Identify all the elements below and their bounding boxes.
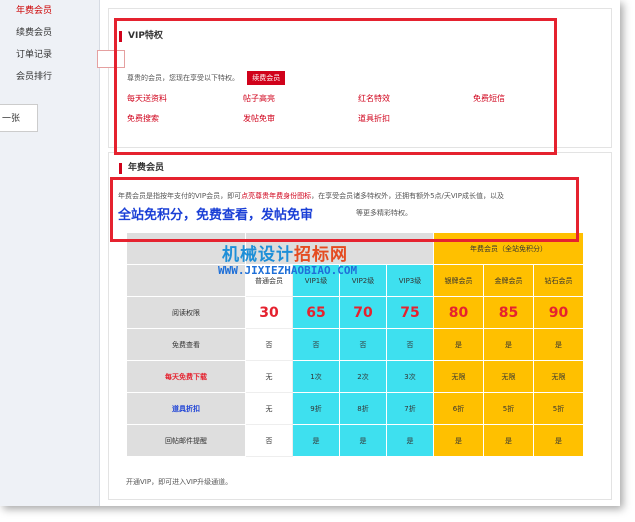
table-row: 每天免费下载 无 1次 2次 3次 无限 无限 无限 <box>126 360 584 393</box>
table-cell: 否 <box>245 424 293 457</box>
table-cell: 无限 <box>433 360 484 393</box>
col-header-diamond: 钻石会员 <box>533 264 584 297</box>
table-cell: 30 <box>245 296 293 329</box>
annotation-box-slogan <box>110 177 579 242</box>
table-cell: 无 <box>245 360 293 393</box>
table-cell: 无限 <box>533 360 584 393</box>
table-cell: 是 <box>433 328 484 361</box>
col-header-vip3: VIP3级 <box>386 264 434 297</box>
row-label-reply-email: 回帖邮件提醒 <box>126 424 246 457</box>
watermark-cn-a: 机械设计 <box>222 245 294 265</box>
table-cell: 是 <box>433 424 484 457</box>
table-cell: 是 <box>292 424 340 457</box>
table-cell: 85 <box>483 296 534 329</box>
col-header-silver: 银牌会员 <box>433 264 484 297</box>
watermark-logo: 机械设计招标网 <box>222 240 348 265</box>
sidebar-item-annual-member[interactable]: 年费会员 <box>0 0 99 22</box>
table-cell: 是 <box>533 424 584 457</box>
table-cell: 3次 <box>386 360 434 393</box>
sidebar-item-renew-member[interactable]: 续费会员 <box>0 22 99 44</box>
sidebar: 年费会员 续费会员 订单记录 会员排行 <box>0 0 100 506</box>
table-cell: 75 <box>386 296 434 329</box>
table-cell: 是 <box>483 328 534 361</box>
col-header-gold: 金牌会员 <box>483 264 534 297</box>
overlay-stub-label: 一张 <box>0 104 38 132</box>
table-row: 免费查看 否 否 否 否 是 是 是 <box>126 328 584 361</box>
table-row: 阅读权限 30 65 70 75 80 85 90 <box>126 296 584 329</box>
table-cell: 80 <box>433 296 484 329</box>
table-cell: 5折 <box>533 392 584 425</box>
table-cell: 是 <box>339 424 387 457</box>
table-cell: 70 <box>339 296 387 329</box>
watermark-cn-b: 招标网 <box>294 245 348 265</box>
table-cell: 6折 <box>433 392 484 425</box>
table-cell: 9折 <box>292 392 340 425</box>
table-cell: 7折 <box>386 392 434 425</box>
footer-note: 开通VIP，即可进入VIP升级通道。 <box>126 478 233 486</box>
table-cell: 1次 <box>292 360 340 393</box>
table-cell: 5折 <box>483 392 534 425</box>
row-label-read-permission: 阅读权限 <box>126 296 246 329</box>
table-cell: 否 <box>339 328 387 361</box>
sidebar-item-member-ranking[interactable]: 会员排行 <box>0 66 99 88</box>
table-row: 道具折扣 无 9折 8折 7折 6折 5折 5折 <box>126 392 584 425</box>
table-cell: 8折 <box>339 392 387 425</box>
table-cell: 无限 <box>483 360 534 393</box>
table-cell: 否 <box>292 328 340 361</box>
row-label-daily-download: 每天免费下载 <box>126 360 246 393</box>
annual-member-title: 年费会员 <box>119 163 164 174</box>
table-cell: 是 <box>533 328 584 361</box>
table-row: 回帖邮件提醒 否 是 是 是 是 是 是 <box>126 424 584 457</box>
row-label-free-view: 免费查看 <box>126 328 246 361</box>
table-cell: 2次 <box>339 360 387 393</box>
table-cell: 是 <box>483 424 534 457</box>
table-cell: 否 <box>245 328 293 361</box>
watermark-url: WWW.JIXIEZHAOBIAO.COM <box>218 264 358 277</box>
annotation-box-vip <box>114 18 557 155</box>
table-cell: 是 <box>386 424 434 457</box>
sidebar-item-order-history[interactable]: 订单记录 <box>0 44 99 66</box>
table-cell: 否 <box>386 328 434 361</box>
row-label-item-discount: 道具折扣 <box>126 392 246 425</box>
table-cell: 无 <box>245 392 293 425</box>
table-cell: 90 <box>533 296 584 329</box>
table-cell: 65 <box>292 296 340 329</box>
